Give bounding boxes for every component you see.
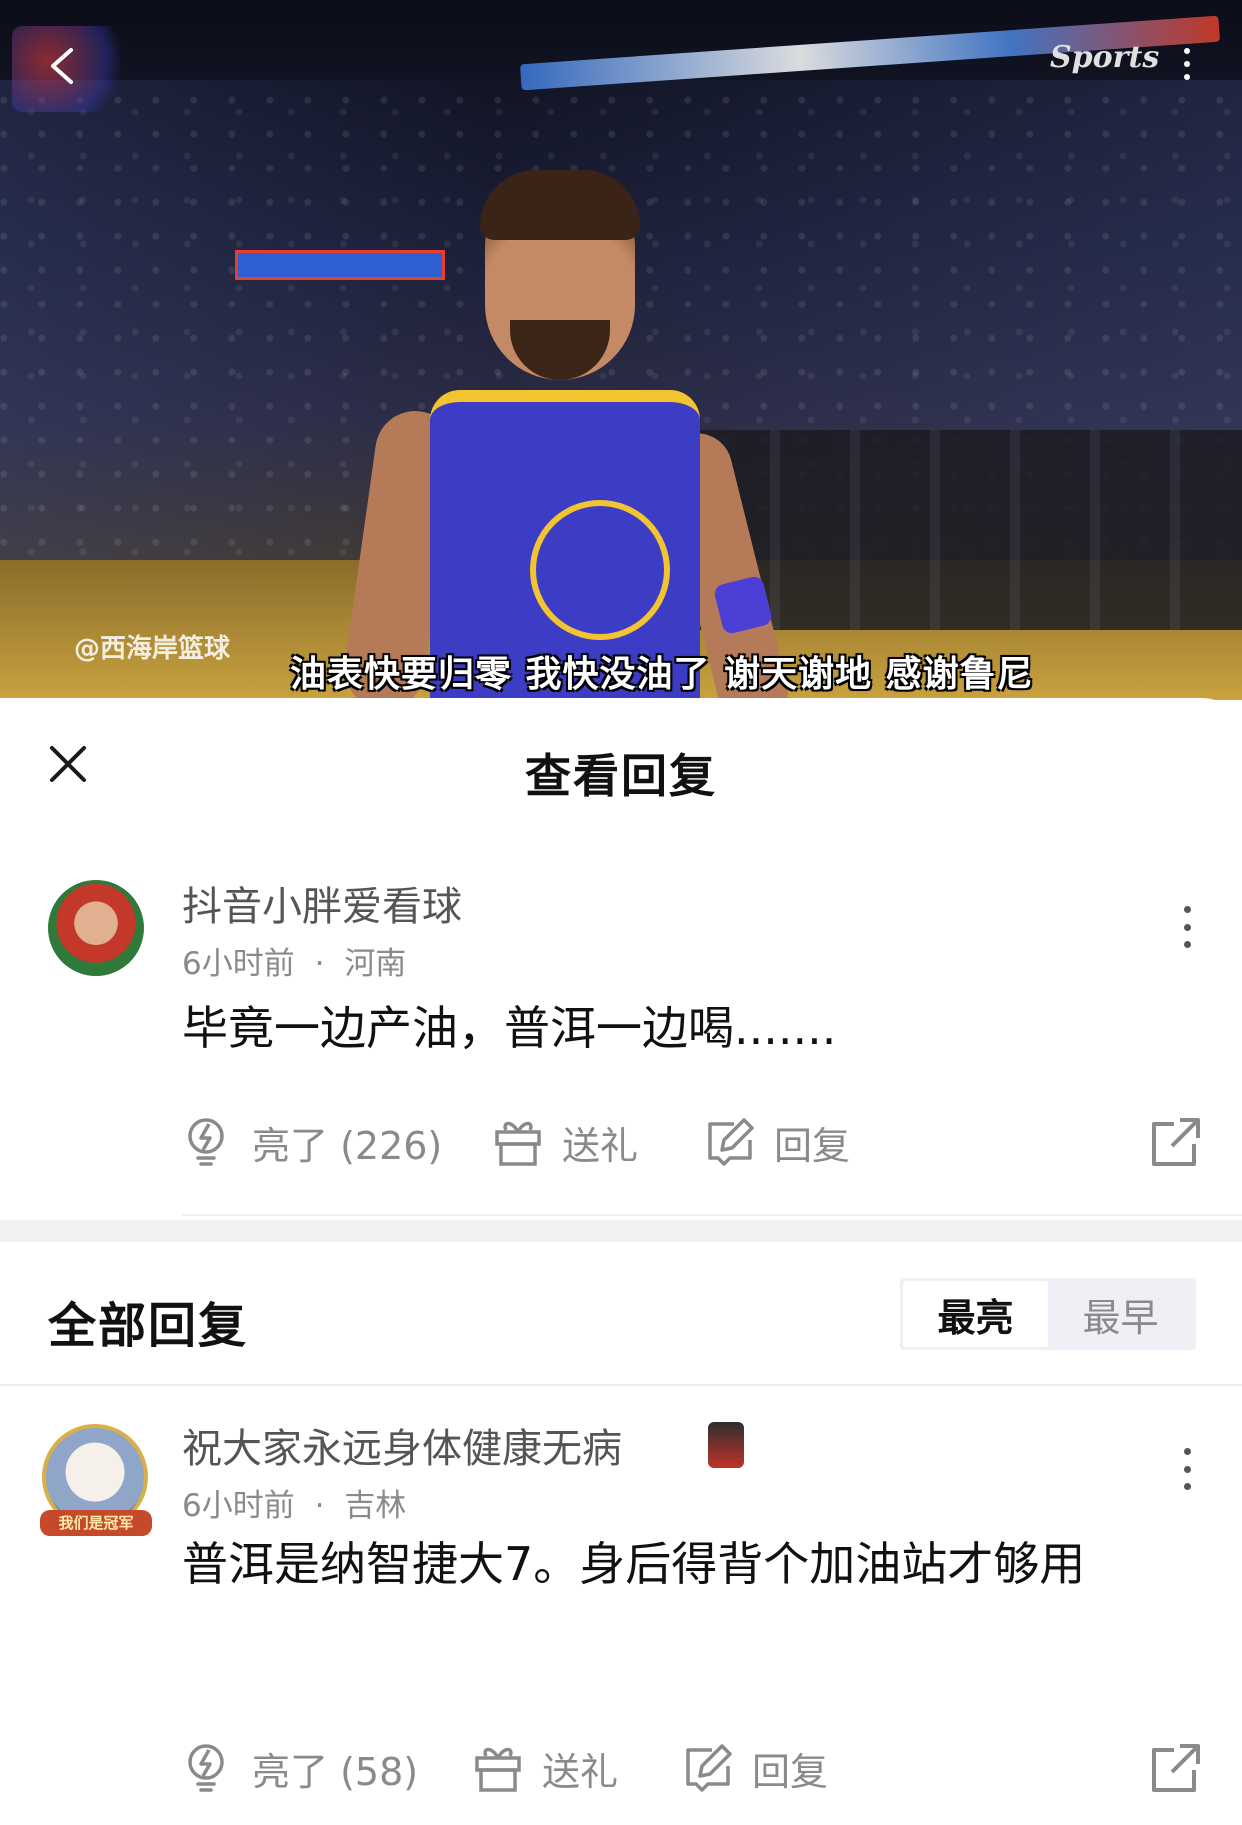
gift-icon <box>475 1747 521 1792</box>
reply-label: 回复 <box>752 1749 829 1794</box>
like-label: 亮了 (226) <box>252 1123 443 1168</box>
comment-time: 6小时前 <box>182 946 295 982</box>
reply-item: 我们是冠军 祝大家永远身体健康无病 6小时前 · 吉林 普洱是纳智捷大7。身后得… <box>0 1422 1242 1728</box>
reply-time: 6小时前 <box>182 1488 295 1524</box>
meta-separator: · <box>314 946 325 982</box>
comment-actions: 亮了 (226) 送礼 回复 <box>182 1112 1202 1172</box>
user-medal-icon <box>708 1422 744 1468</box>
gift-button[interactable]: 送礼 <box>472 1738 618 1798</box>
meta-separator: · <box>314 1488 325 1524</box>
reply-sheet: 查看回复 抖音小胖爱看球 6小时前 · 河南 毕竟一边产油，普洱一边喝.....… <box>0 698 1242 1825</box>
sheet-header: 查看回复 <box>0 698 1242 830</box>
sort-option-hot[interactable]: 最亮 <box>903 1281 1048 1347</box>
reply-label: 回复 <box>774 1123 851 1168</box>
comment-location: 河南 <box>344 946 407 982</box>
sports-logo: Sports <box>1050 40 1160 75</box>
section-divider <box>0 1220 1242 1242</box>
courtside-chairs <box>700 430 1242 630</box>
edit-icon <box>686 1744 732 1792</box>
divider <box>0 1384 1242 1386</box>
share-icon[interactable] <box>1150 1116 1202 1168</box>
gift-label: 送礼 <box>542 1749 619 1794</box>
player-figure <box>339 170 796 700</box>
sort-option-earliest[interactable]: 最早 <box>1048 1281 1193 1347</box>
like-button[interactable]: 亮了 (226) <box>182 1112 442 1172</box>
all-replies-title: 全部回复 <box>48 1298 249 1354</box>
gift-icon <box>495 1121 541 1166</box>
reply-text: 普洱是纳智捷大7。身后得背个加油站才够用 <box>182 1537 1086 1591</box>
gift-label: 送礼 <box>562 1123 639 1168</box>
more-vertical-icon <box>1184 47 1190 54</box>
divider <box>182 1214 1242 1216</box>
video-watermark: @西海岸篮球 <box>74 634 231 664</box>
chevron-left-icon <box>51 48 73 84</box>
reply-location: 吉林 <box>344 1488 407 1524</box>
reply-meta: 6小时前 · 吉林 <box>182 1480 406 1525</box>
share-icon[interactable] <box>1150 1742 1202 1794</box>
lightbulb-icon <box>188 1744 224 1792</box>
reply-username[interactable]: 祝大家永远身体健康无病 <box>182 1416 622 1474</box>
comment-more-button[interactable] <box>1172 902 1202 952</box>
edit-icon <box>708 1118 754 1166</box>
reply-button[interactable]: 回复 <box>704 1112 850 1172</box>
reply-button[interactable]: 回复 <box>682 1738 828 1798</box>
video-subtitle: 油表快要归零 我快没油了 谢天谢地 感谢鲁尼 <box>290 654 1034 695</box>
like-button[interactable]: 亮了 (58) <box>182 1738 418 1798</box>
avatar-badge: 我们是冠军 <box>40 1510 152 1536</box>
video-player[interactable]: Sports @西海岸篮球 油表快要归零 我快没油了 谢天谢地 感谢鲁尼 <box>0 0 1242 700</box>
comment-meta: 6小时前 · 河南 <box>182 938 406 983</box>
like-label: 亮了 (58) <box>252 1749 419 1794</box>
sheet-title: 查看回复 <box>525 749 717 803</box>
comment-username[interactable]: 抖音小胖爱看球 <box>182 874 462 932</box>
comment-text: 毕竟一边产油，普洱一边喝....... <box>182 1001 837 1055</box>
main-comment: 抖音小胖爱看球 6小时前 · 河南 毕竟一边产油，普洱一边喝....... <box>0 880 1242 1130</box>
sort-toggle: 最亮 最早 <box>900 1278 1196 1350</box>
back-button[interactable] <box>34 38 90 94</box>
reply-actions: 亮了 (58) 送礼 回复 <box>182 1738 1202 1798</box>
avatar[interactable] <box>48 880 144 976</box>
reply-more-button[interactable] <box>1172 1444 1202 1494</box>
lightbulb-icon <box>188 1118 224 1166</box>
gift-button[interactable]: 送礼 <box>492 1112 638 1172</box>
video-more-button[interactable] <box>1172 44 1202 84</box>
